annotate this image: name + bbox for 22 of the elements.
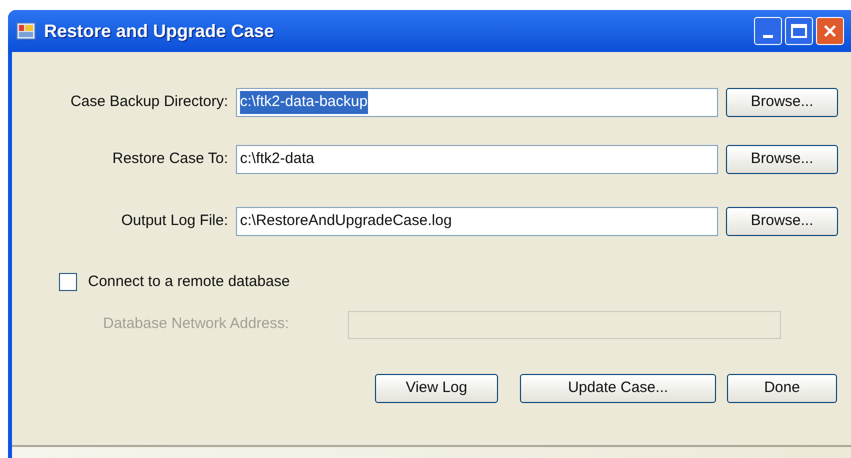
maximize-button[interactable]	[785, 17, 813, 45]
close-button[interactable]	[816, 17, 844, 45]
text-field[interactable]: c:\ftk2-data-backup	[236, 88, 718, 117]
app-icon	[16, 22, 36, 40]
field-label: Restore Case To:	[111, 149, 228, 170]
text-field[interactable]: c:\RestoreAndUpgradeCase.log	[236, 207, 718, 236]
checkbox-label: Connect to a remote database	[88, 272, 290, 292]
field-label: Case Backup Directory:	[69, 92, 228, 112]
close-icon	[822, 23, 838, 39]
browse-button[interactable]: Browse...	[726, 145, 838, 174]
checkbox[interactable]	[59, 273, 77, 292]
browse-button[interactable]: Browse...	[726, 207, 838, 236]
field-label: Output Log File:	[120, 211, 228, 232]
minimize-button[interactable]	[754, 17, 782, 45]
dialog-button[interactable]: Done	[727, 374, 837, 402]
field-label: Database Network Address:	[103, 314, 289, 334]
dialog-button[interactable]: View Log	[375, 374, 498, 402]
window-title: Restore and Upgrade Case	[44, 20, 274, 43]
dialog-button[interactable]: Update Case...	[520, 374, 716, 402]
text-field[interactable]: c:\ftk2-data	[236, 145, 718, 174]
browse-button[interactable]: Browse...	[726, 88, 838, 117]
text-field[interactable]	[348, 310, 781, 338]
